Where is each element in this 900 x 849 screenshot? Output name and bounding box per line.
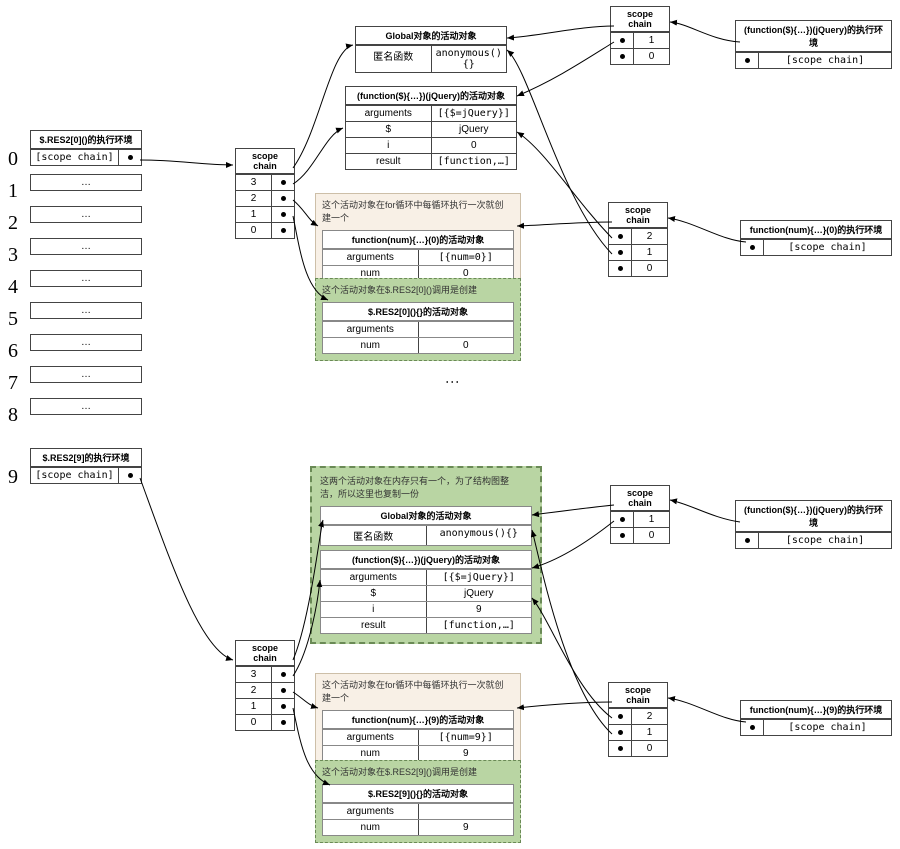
res0-title: $.RES2[0]()的执行环境	[31, 131, 141, 149]
right-mid-env: function(num){…}(0)的执行环境 [scope chain]	[740, 220, 892, 256]
global-ao-top: Global对象的活动对象 匿名函数anonymous(){}	[355, 26, 507, 73]
dup-wrap: 这两个活动对象在内存只有一个，为了结构图整洁，所以这里也复制一份 Global对…	[310, 466, 542, 644]
right-top-env: (function($){…})(jQuery)的执行环境 [scope cha…	[735, 20, 892, 69]
res9-scope: [scope chain]	[31, 468, 119, 483]
index-6: 6	[8, 340, 18, 363]
right-bot-env2: function(num){…}(9)的执行环境 [scope chain]	[740, 700, 892, 736]
cell-1: …	[30, 174, 142, 191]
vertical-dots: ⋮	[445, 375, 461, 391]
cell-5: …	[30, 302, 142, 319]
res0-env: $.RES2[0]()的执行环境 [scope chain]	[30, 130, 142, 166]
res0-scope: [scope chain]	[31, 150, 119, 165]
index-7: 7	[8, 372, 18, 395]
fnnum-note-top: 这个活动对象在for循环中每循环执行一次就创建一个	[318, 196, 516, 226]
scope-chain-mid-right: scope chain 2 1 0	[608, 202, 668, 277]
res9-title: $.RES2[9]的执行环境	[31, 449, 141, 467]
cell-2: …	[30, 206, 142, 223]
index-4: 4	[8, 276, 18, 299]
right-bot-env1: (function($){…})(jQuery)的执行环境 [scope cha…	[735, 500, 892, 549]
index-0: 0	[8, 148, 18, 171]
fnnum-ao-wrap-bot: 这个活动对象在for循环中每循环执行一次就创建一个 function(num){…	[315, 673, 521, 769]
scope-chain-bot2: scope chain 2 1 0	[608, 682, 668, 757]
index-8: 8	[8, 404, 18, 427]
scope-chain-top-right: scope chain 1 0	[610, 6, 670, 65]
index-5: 5	[8, 308, 18, 331]
scope-chain-a: scope chain 3 2 1 0	[235, 148, 295, 239]
index-1: 1	[8, 180, 18, 203]
cell-7: …	[30, 366, 142, 383]
index-3: 3	[8, 244, 18, 267]
jquery-ao-top: (function($){…})(jQuery)的活动对象 arguments[…	[345, 86, 517, 170]
scope-chain-b: scope chain 3 2 1 0	[235, 640, 295, 731]
scope-chain-bot1: scope chain 1 0	[610, 485, 670, 544]
cell-6: …	[30, 334, 142, 351]
jquery-ao-bot: (function($){…})(jQuery)的活动对象 arguments[…	[320, 550, 532, 634]
cell-3: …	[30, 238, 142, 255]
cell-8: …	[30, 398, 142, 415]
dup-note: 这两个活动对象在内存只有一个，为了结构图整洁，所以这里也复制一份	[316, 472, 514, 502]
cell-4: …	[30, 270, 142, 287]
global-ao-bot: Global对象的活动对象 匿名函数anonymous(){}	[320, 506, 532, 546]
res9-env: $.RES2[9]的执行环境 [scope chain]	[30, 448, 142, 484]
index-9: 9	[8, 466, 18, 489]
rescall-note-top: 这个活动对象在$.RES2[0]()调用是创建	[318, 281, 516, 298]
index-2: 2	[8, 212, 18, 235]
fnnum-ao-wrap-top: 这个活动对象在for循环中每循环执行一次就创建一个 function(num){…	[315, 193, 521, 289]
rescall-ao-wrap-bot: 这个活动对象在$.RES2[9]()调用是创建 $.RES2[9](){}的活动…	[315, 760, 521, 843]
rescall-ao-wrap-top: 这个活动对象在$.RES2[0]()调用是创建 $.RES2[0](){}的活动…	[315, 278, 521, 361]
